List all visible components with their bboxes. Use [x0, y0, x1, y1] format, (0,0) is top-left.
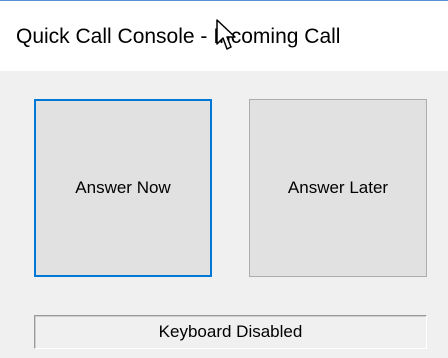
call-console-window: Quick Call Console - Incoming Call Answe…	[0, 0, 448, 358]
answer-now-label: Answer Now	[75, 178, 171, 197]
keyboard-status-bar: Keyboard Disabled	[34, 315, 427, 349]
answer-now-button[interactable]: Answer Now	[34, 99, 212, 277]
mouse-pointer-icon	[216, 19, 236, 50]
answer-later-label: Answer Later	[287, 178, 389, 197]
keyboard-status-text: Keyboard Disabled	[158, 322, 303, 341]
answer-later-button[interactable]: Answer Later	[249, 99, 427, 277]
window-title: Quick Call Console - Incoming Call	[16, 25, 341, 48]
